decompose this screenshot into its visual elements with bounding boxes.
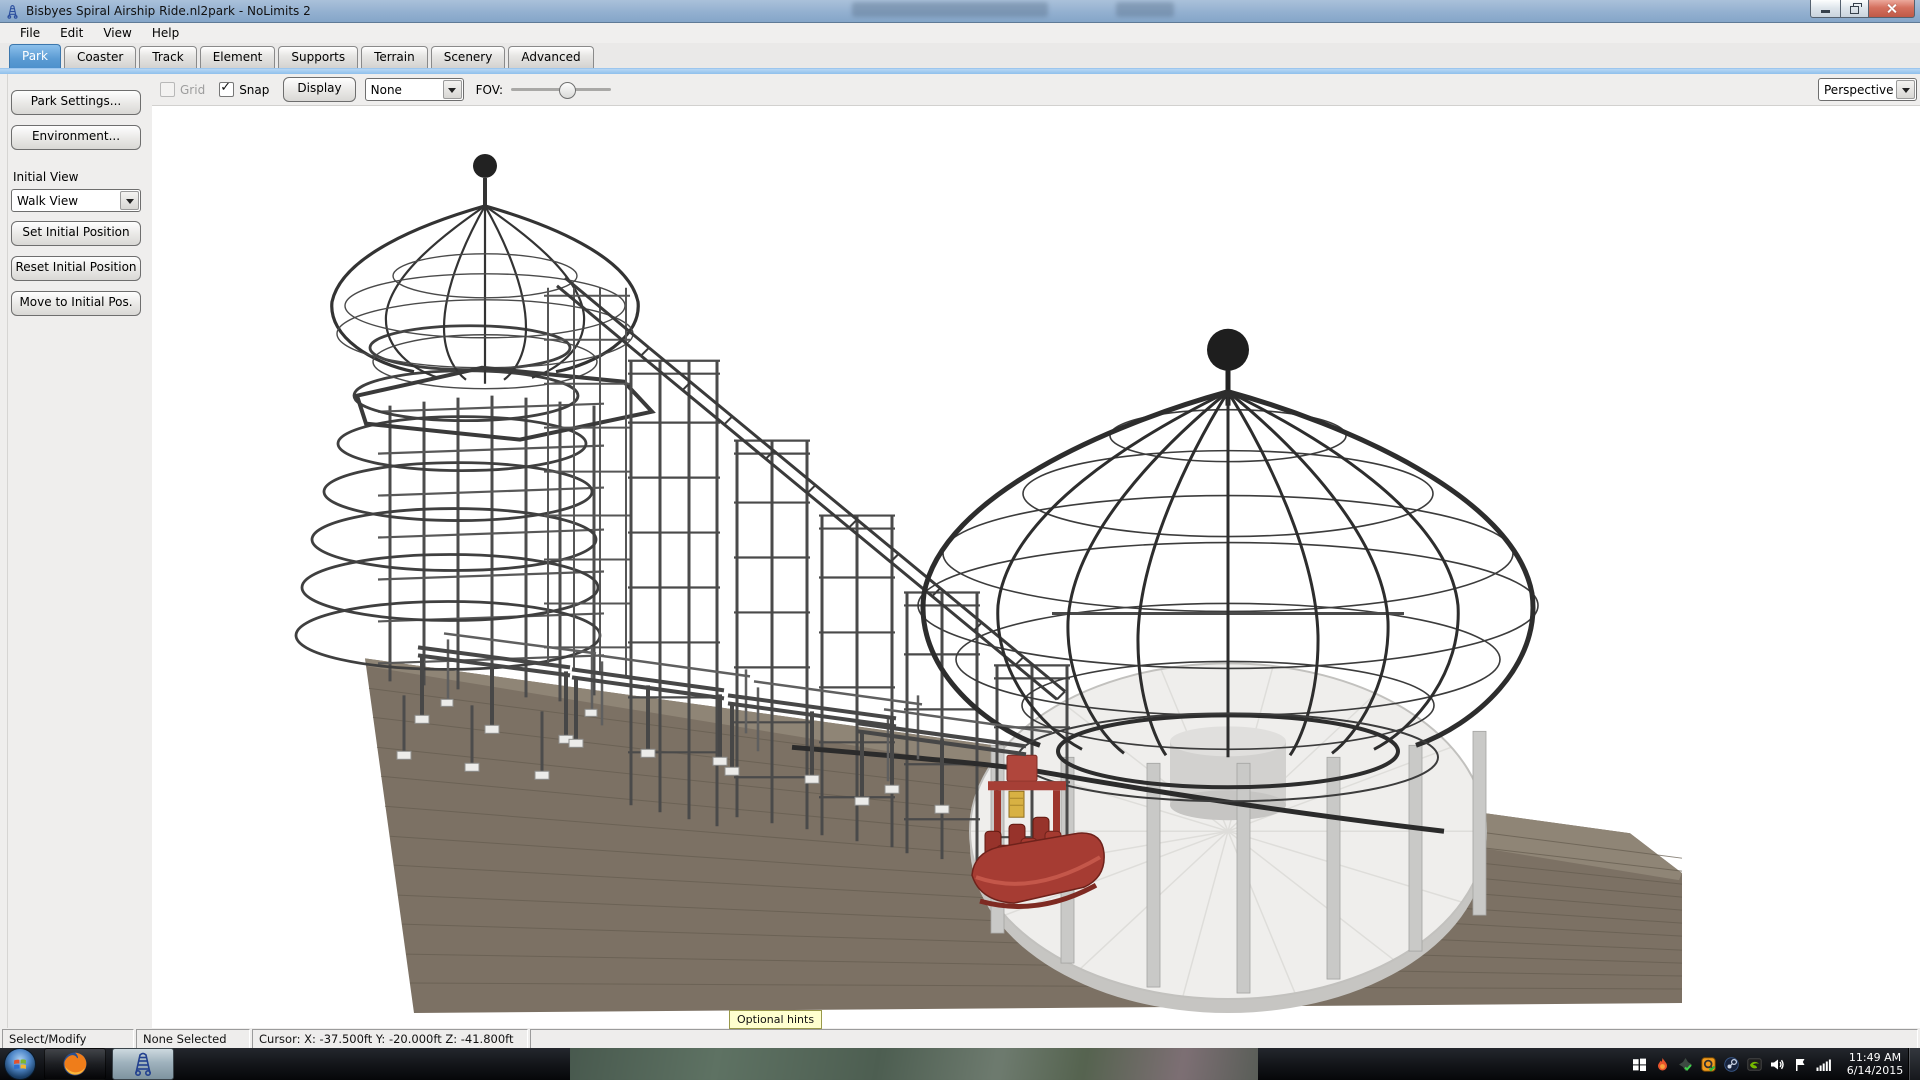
initial-view-label: Initial View (13, 170, 152, 184)
move-to-initial-pos-button[interactable]: Move to Initial Pos. (11, 291, 141, 316)
park-settings-button[interactable]: Park Settings... (11, 90, 141, 115)
window-controls (1810, 0, 1915, 18)
show-desktop-button[interactable] (1908, 1048, 1920, 1080)
tab-track[interactable]: Track (139, 46, 196, 68)
app-icon (5, 4, 20, 19)
tab-scenery[interactable]: Scenery (431, 46, 506, 68)
clock-date: 6/14/2015 (1844, 1064, 1906, 1077)
fov-slider-thumb[interactable] (559, 82, 576, 99)
taskbar-firefox-button[interactable] (44, 1048, 106, 1080)
close-icon (1886, 3, 1897, 14)
screen: Bisbyes Spiral Airship Ride.nl2park - No… (0, 0, 1920, 1080)
firefox-icon (62, 1051, 88, 1077)
display-mode-value: None (366, 83, 443, 97)
steam-icon[interactable] (1723, 1056, 1739, 1072)
projection-value: Perspective (1819, 83, 1896, 97)
viewport-canvas[interactable] (152, 106, 1920, 1028)
restore-icon (1850, 6, 1859, 14)
initial-view-value: Walk View (12, 194, 120, 208)
system-tray: 11:49 AM 6/14/2015 (1631, 1048, 1906, 1080)
chevron-down-icon (1896, 80, 1915, 99)
tab-coaster[interactable]: Coaster (64, 46, 136, 68)
display-mode-dropdown[interactable]: None (365, 78, 464, 101)
background-window-remnant (1116, 2, 1174, 17)
menu-edit[interactable]: Edit (50, 24, 93, 42)
grid-label: Grid (180, 83, 205, 97)
network-icon[interactable] (1815, 1056, 1831, 1072)
get-windows-10-icon[interactable] (1631, 1056, 1647, 1072)
nvidia-icon[interactable] (1746, 1056, 1762, 1072)
sync-icon[interactable] (1677, 1056, 1693, 1072)
taskbar: 11:49 AM 6/14/2015 (0, 1048, 1920, 1080)
window-title: Bisbyes Spiral Airship Ride.nl2park - No… (26, 4, 311, 18)
menu-help[interactable]: Help (142, 24, 189, 42)
clock-time: 11:49 AM (1844, 1051, 1906, 1064)
start-button[interactable] (4, 1048, 36, 1080)
nolimits-window: Bisbyes Spiral Airship Ride.nl2park - No… (0, 0, 1920, 1048)
environment-button[interactable]: Environment... (11, 125, 141, 150)
taskbar-nolimits-button[interactable] (112, 1048, 174, 1080)
snap-label[interactable]: Snap (239, 83, 269, 97)
menu-view[interactable]: View (93, 24, 141, 42)
grid-checkbox (160, 82, 175, 97)
action-center-flag-icon[interactable] (1792, 1056, 1808, 1072)
restore-button[interactable] (1841, 0, 1869, 18)
taskbar-wallpaper-glass (570, 1048, 1258, 1080)
projection-dropdown[interactable]: Perspective (1818, 78, 1917, 101)
initial-view-dropdown[interactable]: Walk View (11, 189, 141, 212)
chevron-down-icon (120, 191, 139, 210)
minimize-icon (1821, 10, 1830, 13)
menubar: File Edit View Help (0, 23, 1920, 43)
status-mode: Select/Modify (2, 1029, 134, 1049)
tab-advanced[interactable]: Advanced (508, 46, 593, 68)
nolimits-icon (130, 1051, 156, 1077)
titlebar[interactable]: Bisbyes Spiral Airship Ride.nl2park - No… (0, 0, 1920, 23)
statusbar: Select/Modify None Selected Cursor: X: -… (0, 1028, 1920, 1050)
taskbar-clock[interactable]: 11:49 AM 6/14/2015 (1844, 1051, 1906, 1077)
viewport-toolbar: Grid Snap Display None FOV: Perspective (152, 74, 1920, 106)
tab-terrain[interactable]: Terrain (361, 46, 428, 68)
fov-slider[interactable] (511, 82, 611, 97)
close-button[interactable] (1869, 0, 1915, 18)
chevron-down-icon (443, 80, 462, 99)
volume-icon[interactable] (1769, 1056, 1785, 1072)
antivirus-q-icon[interactable] (1700, 1056, 1716, 1072)
windows-logo-icon (13, 1057, 27, 1071)
minimize-button[interactable] (1810, 0, 1841, 18)
tab-element[interactable]: Element (200, 46, 276, 68)
status-cursor-coords: Cursor: X: -37.500ft Y: -20.000ft Z: -41… (252, 1029, 528, 1049)
viewport-3d[interactable] (152, 106, 1920, 1028)
status-empty-cell (530, 1029, 1918, 1049)
tab-bar: Park Coaster Track Element Supports Terr… (0, 43, 1920, 68)
tab-park[interactable]: Park (9, 44, 61, 68)
station-dome (918, 329, 1538, 801)
tab-supports[interactable]: Supports (278, 46, 358, 68)
display-button[interactable]: Display (283, 77, 355, 102)
background-window-remnant (852, 2, 1048, 17)
optional-hints-tooltip: Optional hints (729, 1010, 822, 1029)
park-sidebar: Park Settings... Environment... Initial … (0, 74, 152, 1028)
set-initial-position-button[interactable]: Set Initial Position (11, 221, 141, 246)
status-selection: None Selected (136, 1029, 250, 1049)
menu-file[interactable]: File (10, 24, 50, 42)
fov-label: FOV: (476, 83, 503, 97)
reset-initial-position-button[interactable]: Reset Initial Position (11, 256, 141, 281)
snap-checkbox[interactable] (219, 82, 234, 97)
flame-icon[interactable] (1654, 1056, 1670, 1072)
